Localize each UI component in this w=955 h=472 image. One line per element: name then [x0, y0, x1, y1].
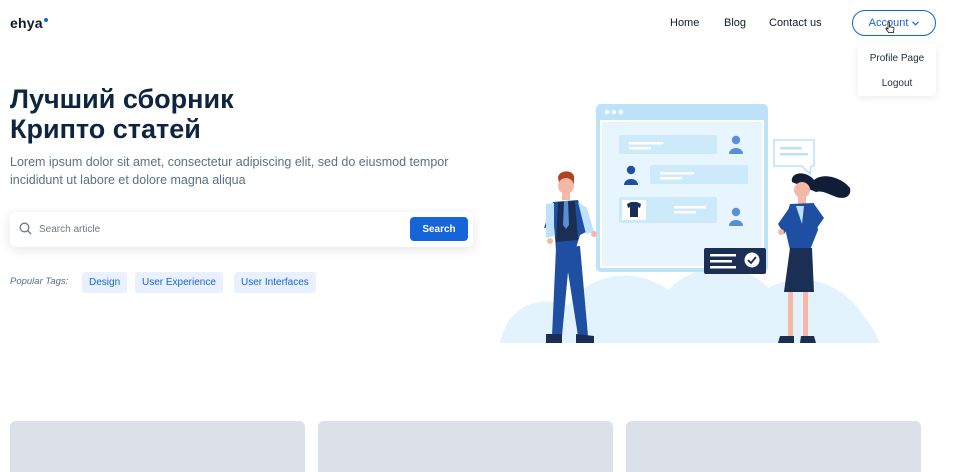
tag-user-experience[interactable]: User Experience [135, 272, 223, 293]
article-card-placeholder[interactable] [10, 421, 305, 472]
tag-user-interfaces[interactable]: User Interfaces [234, 272, 316, 293]
hero-title: Лучший сборник Крипто статей [10, 84, 430, 144]
hero-subtitle: Lorem ipsum dolor sit amet, consectetur … [10, 155, 449, 187]
tag-design[interactable]: Design [82, 272, 128, 293]
nav-contact-us[interactable]: Contact us [769, 17, 822, 29]
logo[interactable]: ehya [10, 15, 48, 31]
chevron-down-icon [912, 19, 920, 28]
menu-item-profile-page[interactable]: Profile Page [858, 53, 936, 64]
hero-title-line-2: Крипто статей [10, 114, 201, 144]
article-card-placeholder[interactable] [318, 421, 613, 472]
logo-text: ehya [10, 15, 43, 31]
speech-bubble-illustration [773, 139, 815, 176]
popular-tags-label: Popular Tags: [10, 276, 69, 287]
nav-blog[interactable]: Blog [724, 17, 746, 29]
checkmark-card-illustration [704, 248, 766, 274]
search-icon [19, 222, 32, 240]
search-button[interactable]: Search [410, 217, 468, 241]
menu-item-logout[interactable]: Logout [858, 78, 936, 89]
article-card-placeholder[interactable] [626, 421, 921, 472]
account-dropdown: Profile Page Logout [858, 44, 936, 96]
pointer-cursor-icon [885, 21, 895, 39]
nav-home[interactable]: Home [670, 17, 699, 29]
search-input[interactable] [39, 220, 399, 239]
hero-title-line-1: Лучший сборник [10, 84, 234, 114]
chat-window-illustration [596, 104, 768, 272]
hero-illustration [500, 104, 880, 343]
logo-dot [43, 18, 48, 22]
search-bar: Search [10, 212, 473, 247]
